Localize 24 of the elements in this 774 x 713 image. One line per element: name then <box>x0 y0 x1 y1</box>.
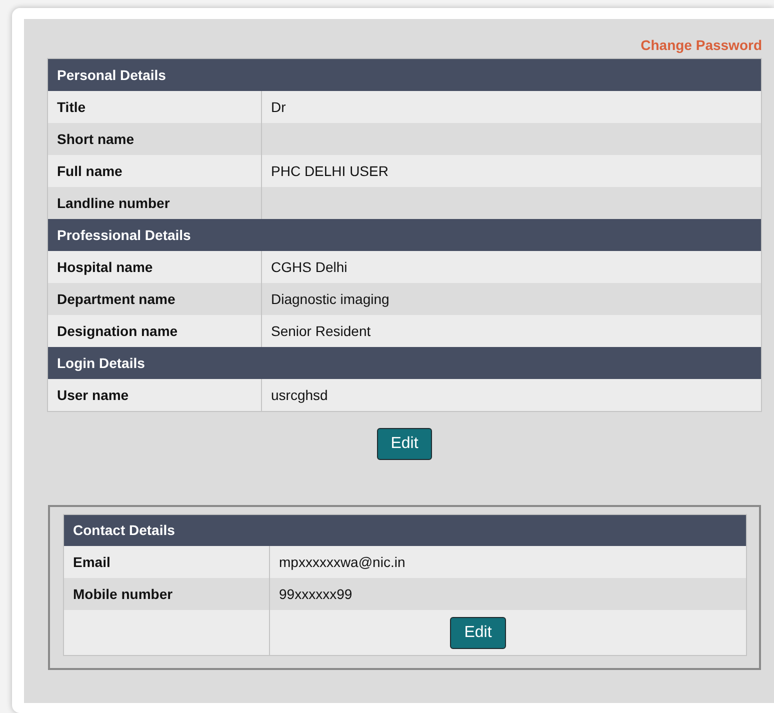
section-heading: Professional Details <box>48 218 762 250</box>
field-value: CGHS Delhi <box>262 250 762 282</box>
field-value: PHC DELHI USER <box>262 154 762 186</box>
field-label: Designation name <box>48 314 262 346</box>
field-label: User name <box>48 378 262 411</box>
field-value: Senior Resident <box>262 314 762 346</box>
field-value: mpxxxxxxwa@nic.in <box>270 546 746 578</box>
section-heading: Personal Details <box>48 58 762 90</box>
field-value: 99xxxxxx99 <box>270 578 746 610</box>
field-label: Full name <box>48 154 262 186</box>
field-value: Diagnostic imaging <box>262 282 762 314</box>
field-label: Mobile number <box>64 578 270 610</box>
field-label: Hospital name <box>48 250 262 282</box>
field-label: Department name <box>48 282 262 314</box>
field-value: usrcghsd <box>262 378 762 411</box>
edit-button[interactable]: Edit <box>450 616 506 648</box>
section-heading: Login Details <box>48 346 762 378</box>
field-value: Dr <box>262 90 762 122</box>
field-label: Landline number <box>48 186 262 218</box>
section-heading: Contact Details <box>64 514 746 546</box>
field-label: Email <box>64 546 270 578</box>
edit-button[interactable]: Edit <box>376 428 432 460</box>
field-label: Short name <box>48 122 262 154</box>
field-label: Title <box>48 90 262 122</box>
